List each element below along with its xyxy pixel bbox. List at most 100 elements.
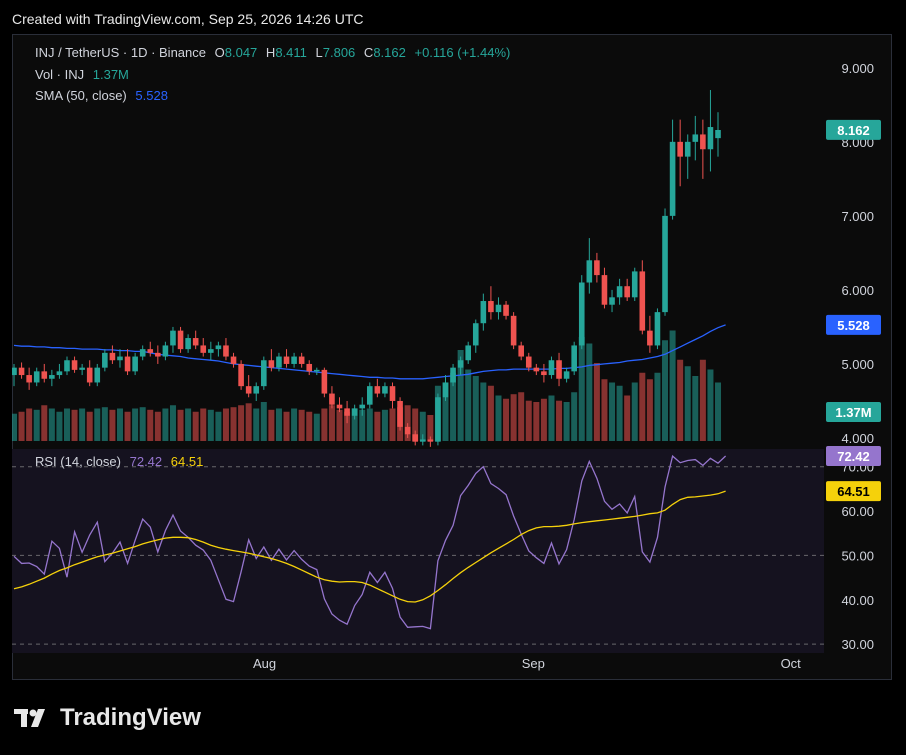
candle-body: [548, 360, 555, 376]
candle-body: [503, 304, 509, 316]
candle-body: [291, 356, 297, 364]
sma-badge: 5.528: [826, 314, 881, 335]
volume-bar: [33, 409, 40, 441]
candle-body: [404, 426, 411, 435]
volume-bar: [487, 385, 494, 441]
volume-legend[interactable]: Vol · INJ 1.37M: [35, 67, 129, 82]
candle-body: [162, 345, 169, 357]
volume-bar: [253, 408, 260, 441]
volume-bar: [63, 408, 70, 441]
candle: [86, 360, 93, 387]
candle: [230, 352, 237, 368]
candle: [291, 352, 297, 368]
candle: [654, 308, 661, 350]
volume-bar: [245, 403, 252, 441]
candle-body: [117, 356, 123, 361]
rsi-value: 72.42: [129, 454, 163, 469]
candle-body: [412, 434, 419, 442]
candle: [49, 369, 55, 387]
volume-bar: [109, 409, 116, 441]
candle: [132, 352, 138, 376]
volume-bar: [215, 411, 222, 441]
volume-bar: [18, 411, 25, 441]
candle-body: [692, 134, 699, 142]
volume-bar: [699, 359, 706, 441]
candle-body: [578, 282, 585, 346]
candle-body: [215, 345, 222, 350]
candle-body: [465, 345, 471, 361]
time-axis-label: Sep: [522, 656, 545, 671]
candle: [684, 134, 691, 179]
candle-body: [677, 141, 683, 157]
candle: [677, 119, 683, 187]
rsi-axis-label: 50.00: [841, 548, 874, 563]
candle: [715, 112, 721, 157]
volume-bar: [230, 407, 237, 441]
candle-body: [631, 271, 638, 298]
candle-body: [427, 439, 434, 442]
candle-body: [510, 315, 517, 346]
candle: [465, 341, 471, 364]
price-axis-label: 4.000: [841, 431, 874, 446]
sma-legend[interactable]: SMA (50, close) 5.528: [35, 88, 168, 103]
volume-bar: [669, 330, 676, 441]
candle-body: [49, 375, 55, 379]
volume-bar: [147, 409, 154, 441]
candle: [26, 367, 32, 390]
candle-body: [594, 260, 600, 276]
volume-bar: [503, 398, 510, 441]
volume-bar: [260, 402, 267, 441]
close-value: 8.162: [373, 45, 406, 60]
candle-body: [33, 371, 40, 383]
candle-body: [223, 345, 229, 357]
volume-bar: [684, 366, 691, 441]
volume-bar: [177, 409, 184, 441]
volume-bar: [298, 409, 305, 441]
candle: [442, 375, 449, 401]
candle-body: [102, 352, 108, 368]
volume-bar: [495, 395, 502, 441]
volume-bar: [533, 402, 540, 441]
candle-body: [586, 260, 593, 283]
chart-canvas[interactable]: 9.0008.0007.0006.0005.0004.00070.0060.00…: [12, 34, 892, 680]
time-axis-label: Oct: [781, 656, 802, 671]
chart-frame[interactable]: 9.000 8.000 7.000 6.000 5.000 4.000 70.00 60.00…: [12, 34, 892, 680]
candle-body: [450, 367, 456, 383]
candle: [177, 326, 184, 353]
candle-body: [556, 360, 562, 379]
last-price-badge-text: 8.162: [837, 123, 870, 138]
volume-bar: [593, 363, 600, 441]
candle: [109, 345, 116, 364]
sma-value: 5.528: [135, 88, 168, 103]
candle-body: [419, 439, 426, 442]
price-axis-label: 7.000: [841, 209, 874, 224]
candle-body: [268, 360, 275, 368]
candle-body: [314, 369, 320, 372]
volume-bar: [48, 408, 55, 441]
candle: [533, 363, 540, 376]
volume-bar: [525, 400, 532, 441]
rsi-ma-value: 64.51: [170, 454, 204, 469]
rsi-ma-badge: 64.51: [826, 481, 881, 502]
candle-body: [541, 371, 547, 376]
volume-bar: [71, 409, 78, 441]
volume-bar: [465, 369, 472, 441]
sma-label: SMA (50, close): [35, 88, 127, 103]
candle: [624, 278, 630, 302]
candle-body: [170, 330, 176, 346]
candle: [541, 363, 547, 383]
rsi-legend[interactable]: RSI (14, close) 72.42 64.51: [35, 454, 203, 469]
candle-body: [616, 286, 623, 298]
volume-bar: [480, 382, 487, 441]
symbol-label[interactable]: INJ / TetherUS · 1D · Binance: [35, 45, 206, 60]
candle: [18, 362, 25, 379]
candle: [480, 293, 487, 331]
tradingview-logo[interactable]: TradingView: [14, 704, 201, 732]
candle: [223, 338, 229, 361]
candle: [503, 301, 509, 320]
volume-bar: [86, 411, 93, 441]
candle-body: [366, 386, 373, 405]
low-label: L: [315, 45, 323, 60]
high-value: 8.411: [275, 45, 307, 60]
volume-bar: [313, 413, 320, 441]
